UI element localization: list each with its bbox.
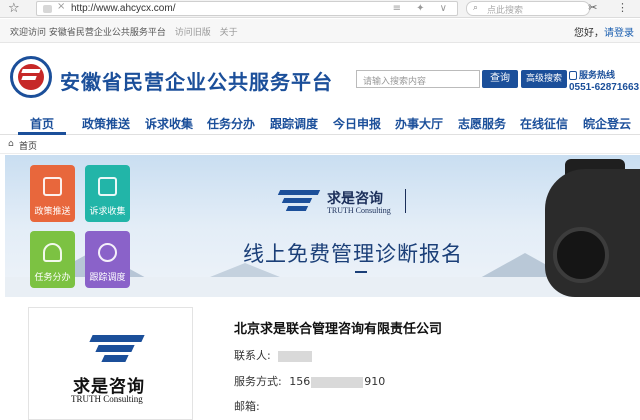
email-row: 邮箱: (234, 398, 260, 414)
site-title[interactable]: 安徽省民营企业公共服务平台 (60, 66, 333, 95)
address-bar[interactable]: × http://www.ahcycx.com/ ≡ ✦ ∨ (36, 1, 458, 16)
breadcrumb: ⌂ 首页 (0, 136, 640, 154)
hotline-number: 0551-62871663 (569, 82, 640, 93)
nav-item-service-hall[interactable]: 办事大厅 (395, 115, 443, 132)
address-bar-actions-icon[interactable]: ≡ ✦ ∨ (393, 3, 453, 14)
search-input[interactable]: 请输入搜索内容 (356, 70, 480, 88)
divider (355, 271, 367, 273)
utility-bar: 欢迎访问 安徽省民营企业公共服务平台 访问旧版 关于 您好，请登录 (0, 19, 640, 43)
banner-brand-en: TRUTH Consulting (327, 206, 391, 215)
welcome-text: 欢迎访问 安徽省民营企业公共服务平台 (10, 28, 166, 38)
divider (405, 189, 406, 213)
browser-search-box[interactable]: ⌕ 点此搜索 (466, 1, 590, 16)
tile-label: 跟踪调度 (89, 273, 126, 283)
main-nav: 首页 政策推送 诉求收集 任务分办 跟踪调度 今日申报 办事大厅 志愿服务 在线… (0, 111, 640, 135)
url-text: http://www.ahcycx.com/ (71, 3, 176, 14)
nav-item-volunteer[interactable]: 志愿服务 (458, 115, 506, 132)
search-icon: ⌕ (473, 3, 479, 13)
close-icon[interactable]: × (57, 1, 65, 12)
service-row: 服务方式: 156 910 (234, 373, 385, 389)
old-version-link[interactable]: 访问旧版 (175, 28, 211, 38)
breadcrumb-home[interactable]: 首页 (19, 139, 37, 152)
tile-policy-push[interactable]: 政策推送 (30, 165, 75, 222)
promo-banner[interactable]: 政策推送 诉求收集 任务分办 跟踪调度 求是咨询 TRUTH Consultin… (5, 155, 640, 297)
search-placeholder: 请输入搜索内容 (363, 77, 427, 87)
banner-title: 线上免费管理诊断报名 (243, 242, 463, 266)
tile-appeal-collection[interactable]: 诉求收集 (85, 165, 130, 222)
truth-logo-icon (275, 190, 321, 212)
company-name: 北京求是联合管理咨询有限责任公司 (234, 322, 443, 337)
browser-menu-icons[interactable]: ✂ ⋮ (588, 1, 636, 14)
nav-active-indicator (18, 132, 66, 135)
edit-icon (98, 177, 117, 196)
banner-brand-cn: 求是咨询 (327, 191, 383, 207)
service-label: 服务方式: (234, 375, 282, 388)
greeting-text: 您好， (574, 28, 604, 39)
nav-item-appeal-collection[interactable]: 诉求收集 (145, 115, 193, 132)
phone-prefix: 156 (289, 375, 311, 388)
phone-icon (569, 71, 577, 80)
tile-task-assignment[interactable]: 任务分办 (30, 231, 75, 288)
nav-item-credit[interactable]: 在线征信 (520, 115, 568, 132)
about-link[interactable]: 关于 (220, 28, 238, 38)
bookmark-star-icon[interactable]: ☆ (8, 1, 20, 16)
nav-item-policy-push[interactable]: 政策推送 (82, 115, 130, 132)
nav-item-task-assignment[interactable]: 任务分办 (207, 115, 255, 132)
tile-label: 政策推送 (34, 207, 71, 217)
tile-label: 诉求收集 (89, 207, 126, 217)
hotline: 服务热线 0551-62871663 (569, 68, 640, 93)
contact-label: 联系人: (234, 349, 271, 362)
nav-item-cloud[interactable]: 皖企登云 (583, 115, 631, 132)
phone-suffix: 910 (364, 375, 386, 388)
home-icon: ⌂ (8, 139, 14, 149)
tile-tracking[interactable]: 跟踪调度 (85, 231, 130, 288)
redacted-contact (278, 350, 313, 362)
advanced-search-button[interactable]: 高级搜索 (521, 70, 567, 88)
utility-links: 欢迎访问 安徽省民营企业公共服务平台 访问旧版 关于 (10, 25, 244, 38)
book-icon (43, 177, 62, 196)
tile-label: 任务分办 (34, 273, 71, 283)
site-logo-icon[interactable] (10, 56, 52, 98)
contact-row: 联系人: (234, 347, 313, 363)
hotline-label: 服务热线 (579, 71, 616, 81)
browser-toolbar: ☆ × http://www.ahcycx.com/ ≡ ✦ ∨ ⌕ 点此搜索 … (0, 0, 640, 18)
redacted-phone (311, 376, 364, 388)
user-status: 您好，请登录 (574, 24, 634, 39)
browser-search-placeholder: 点此搜索 (487, 6, 524, 16)
search-button[interactable]: 查询 (482, 70, 518, 88)
nav-item-tracking[interactable]: 跟踪调度 (270, 115, 318, 132)
truth-logo-icon (87, 335, 145, 363)
nav-item-home[interactable]: 首页 (30, 115, 54, 132)
company-logo-card: 求是咨询 TRUTH Consulting (28, 307, 193, 420)
site-header: 安徽省民营企业公共服务平台 请输入搜索内容 查询 高级搜索 服务热线 0551-… (0, 44, 640, 110)
email-label: 邮箱: (234, 400, 260, 413)
diamond-icon (43, 243, 62, 262)
share-icon (98, 243, 117, 262)
company-logo-en: TRUTH Consulting (71, 394, 143, 404)
nav-item-daily-declaration[interactable]: 今日申报 (333, 115, 381, 132)
site-info-icon[interactable] (43, 5, 52, 13)
login-link[interactable]: 请登录 (604, 28, 634, 39)
